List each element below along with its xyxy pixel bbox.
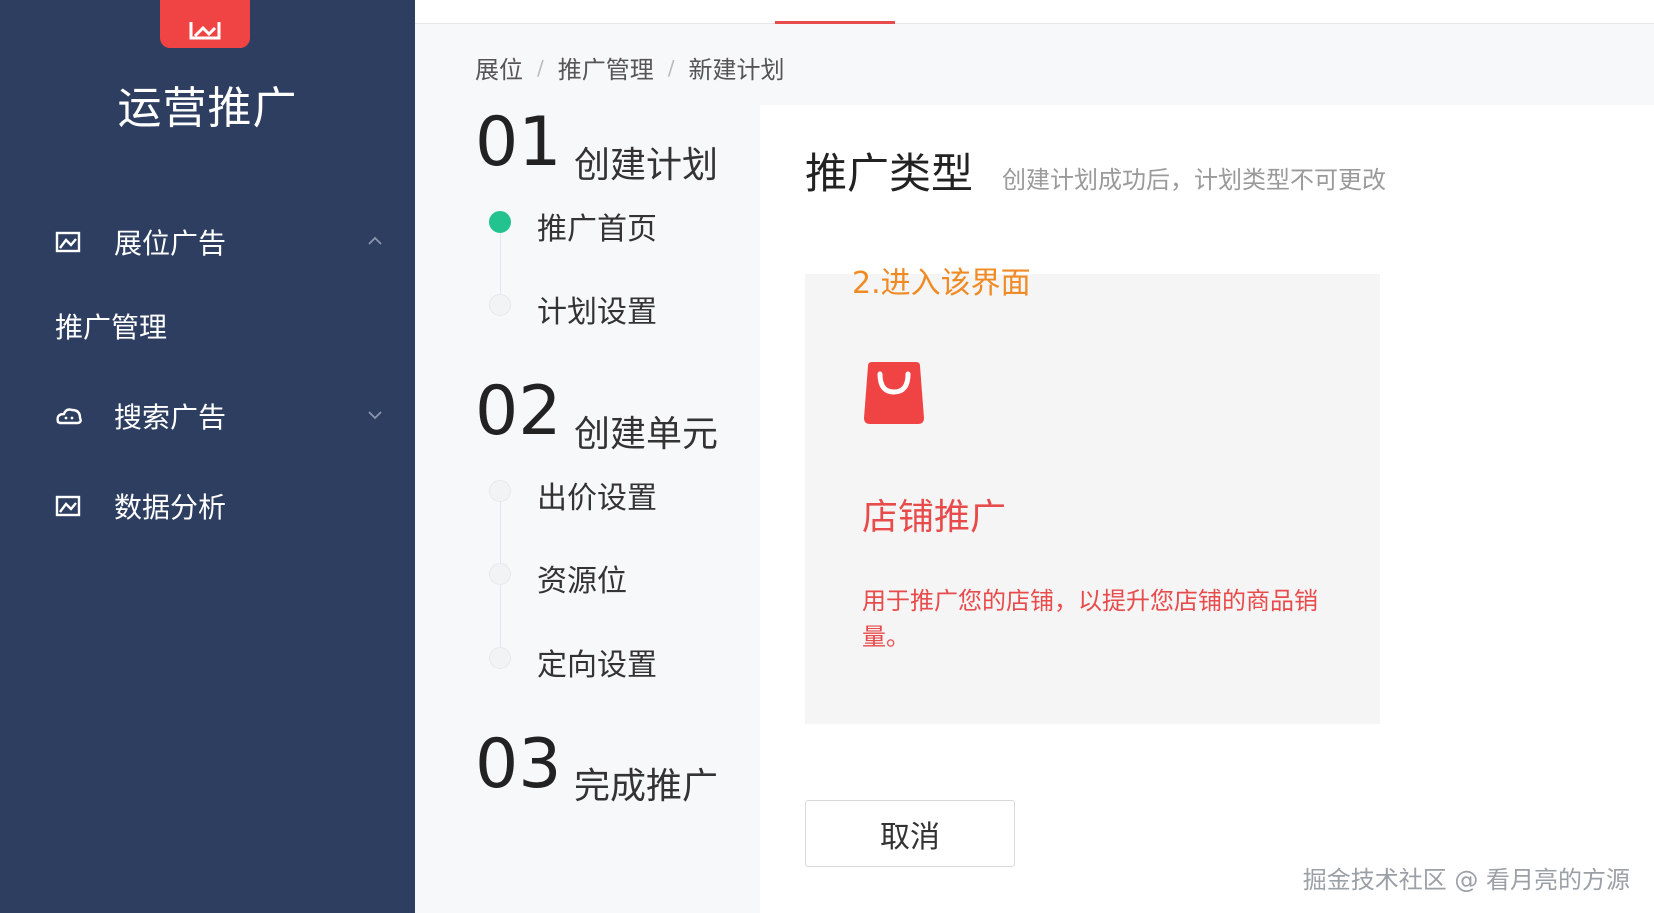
chevron-up-icon	[368, 236, 382, 245]
sub-step-bid-settings[interactable]: 出价设置	[537, 473, 657, 517]
sidebar-item-label: 数据分析	[114, 491, 227, 524]
sub-step-targeting[interactable]: 定向设置	[537, 640, 657, 684]
cancel-button[interactable]: 取消	[805, 800, 1015, 867]
breadcrumb-separator: /	[667, 55, 675, 80]
step-number: 01	[475, 103, 562, 182]
top-bar	[415, 0, 1654, 24]
sub-step-home[interactable]: 推广首页	[537, 204, 657, 248]
sidebar: 运营推广 展位广告 推广管理 搜索广告 数据分析	[0, 0, 415, 913]
step-title: 完成推广	[574, 766, 719, 807]
picture-icon	[55, 231, 81, 253]
card-title: 店铺推广	[862, 497, 1007, 538]
sidebar-item-promotion-manage[interactable]: 推广管理	[55, 306, 167, 346]
page-title: 推广类型	[805, 149, 974, 198]
sidebar-item-label: 搜索广告	[114, 401, 227, 434]
step-number: 03	[475, 725, 562, 804]
watermark: 掘金技术社区 @ 看月亮的方源	[1302, 866, 1630, 894]
step-title: 创建单元	[574, 414, 719, 455]
breadcrumb: 展位 / 推广管理 / 新建计划	[475, 50, 785, 85]
breadcrumb-item[interactable]: 展位	[475, 50, 523, 85]
picture-icon	[189, 22, 221, 40]
cloud-icon	[56, 408, 82, 425]
step-number: 02	[475, 372, 562, 451]
breadcrumb-separator: /	[537, 55, 544, 80]
card-description: 用于推广您的店铺，以提升您店铺的商品销量。	[862, 587, 1318, 651]
step-dot	[489, 480, 511, 502]
step-dot	[489, 647, 511, 669]
shopping-bag-icon	[864, 362, 924, 424]
annotation-label: 2.进入该界面	[852, 266, 1031, 301]
sub-step-resource[interactable]: 资源位	[537, 556, 627, 600]
step-connector	[500, 222, 501, 305]
sidebar-item-search-ads[interactable]: 搜索广告	[0, 386, 415, 446]
chevron-down-icon	[368, 411, 382, 420]
picture-icon	[55, 495, 81, 517]
breadcrumb-item: 新建计划	[688, 56, 785, 84]
sidebar-item-label: 展位广告	[114, 227, 227, 260]
sub-step-plan-settings[interactable]: 计划设置	[537, 287, 657, 331]
active-tab-indicator	[775, 21, 895, 24]
step-dot	[489, 563, 511, 585]
sidebar-item-booth-ads[interactable]: 展位广告	[0, 212, 415, 272]
sidebar-item-data-analysis[interactable]: 数据分析	[0, 476, 415, 536]
step-dot	[489, 294, 511, 316]
step-dot-active	[489, 211, 511, 233]
step-title: 创建计划	[574, 145, 719, 186]
breadcrumb-item[interactable]: 推广管理	[558, 50, 654, 85]
app-title: 运营推广	[117, 83, 298, 134]
page-subtitle: 创建计划成功后，计划类型不可更改	[1002, 166, 1386, 194]
app-logo	[160, 0, 250, 48]
